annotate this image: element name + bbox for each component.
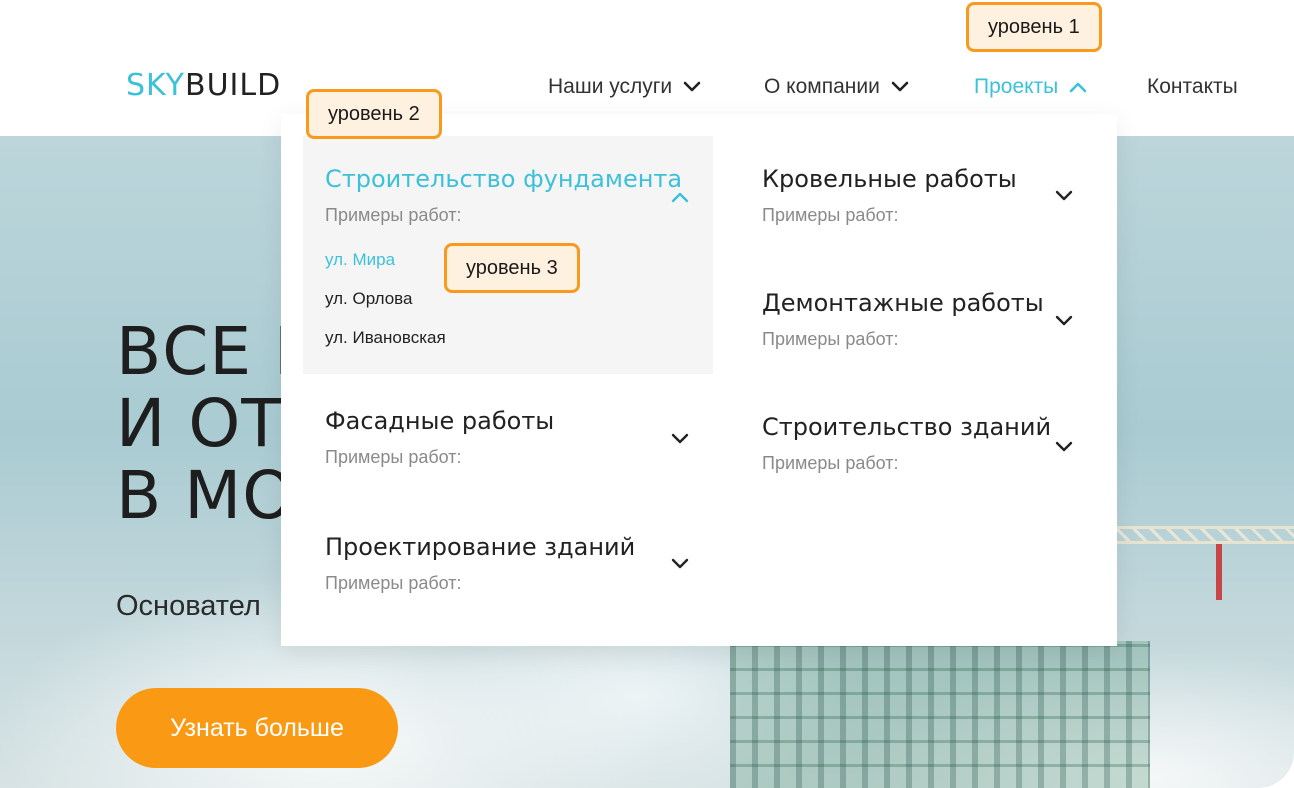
chevron-down-icon	[683, 81, 701, 92]
nav-item-label: Наши услуги	[548, 75, 673, 98]
nav-item-about[interactable]: О компании	[764, 72, 910, 102]
category-roofing[interactable]: Кровельные работы Примеры работ:	[762, 164, 1017, 226]
category-title: Проектирование зданий	[325, 533, 636, 561]
nav-item-label: Контакты	[1147, 75, 1238, 98]
nav-item-label: Проекты	[974, 75, 1059, 98]
level-3-badge: уровень 3	[444, 243, 580, 293]
category-examples-label: Примеры работ:	[325, 205, 462, 225]
chevron-down-icon[interactable]	[670, 432, 690, 446]
category-title: Кровельные работы	[762, 165, 1017, 193]
example-item-orlova[interactable]: ул. Орлова	[325, 288, 412, 310]
crane-image	[1110, 526, 1294, 544]
nav-item-label: О компании	[764, 75, 880, 98]
example-item-mira[interactable]: ул. Мира	[325, 249, 395, 271]
level-1-badge: уровень 1	[966, 2, 1102, 52]
crane-hook-image	[1216, 544, 1222, 600]
category-title: Фасадные работы	[325, 407, 555, 435]
category-title: Демонтажные работы	[762, 289, 1044, 317]
chevron-down-icon[interactable]	[1054, 440, 1074, 454]
category-design[interactable]: Проектирование зданий Примеры работ:	[325, 532, 635, 594]
category-examples-label: Примеры работ:	[762, 205, 899, 225]
logo-part-build: BUILD	[184, 68, 282, 103]
category-title: Строительство фундамента	[325, 165, 683, 193]
category-examples-label: Примеры работ:	[325, 447, 462, 467]
learn-more-button[interactable]: Узнать больше	[116, 688, 398, 768]
building-scaffolding-image	[730, 641, 1150, 788]
nav-item-contacts[interactable]: Контакты	[1147, 72, 1238, 102]
chevron-down-icon[interactable]	[670, 557, 690, 571]
chevron-down-icon	[891, 81, 909, 92]
logo[interactable]: SKYBUILD	[126, 68, 281, 104]
hero-subtitle: Основател	[116, 590, 261, 622]
category-title: Строительство зданий	[762, 413, 1052, 441]
level-2-badge: уровень 2	[306, 89, 442, 139]
chevron-up-icon	[1069, 82, 1087, 93]
category-examples-label: Примеры работ:	[762, 453, 899, 473]
category-foundation[interactable]: Строительство фундамента Примеры работ:	[325, 164, 682, 226]
projects-dropdown-menu: Строительство фундамента Примеры работ: …	[281, 114, 1117, 646]
category-examples-label: Примеры работ:	[325, 573, 462, 593]
example-item-ivanovskaya[interactable]: ул. Ивановская	[325, 327, 446, 349]
chevron-down-icon[interactable]	[1054, 314, 1074, 328]
logo-part-sky: SKY	[126, 68, 185, 103]
chevron-down-icon[interactable]	[1054, 189, 1074, 203]
chevron-up-icon[interactable]	[670, 190, 690, 204]
category-facade[interactable]: Фасадные работы Примеры работ:	[325, 406, 554, 468]
nav-item-projects[interactable]: Проекты	[974, 72, 1088, 102]
category-construction[interactable]: Строительство зданий Примеры работ:	[762, 412, 1051, 474]
category-examples-label: Примеры работ:	[762, 329, 899, 349]
nav-item-services[interactable]: Наши услуги	[548, 72, 702, 102]
category-demolition[interactable]: Демонтажные работы Примеры работ:	[762, 288, 1044, 350]
